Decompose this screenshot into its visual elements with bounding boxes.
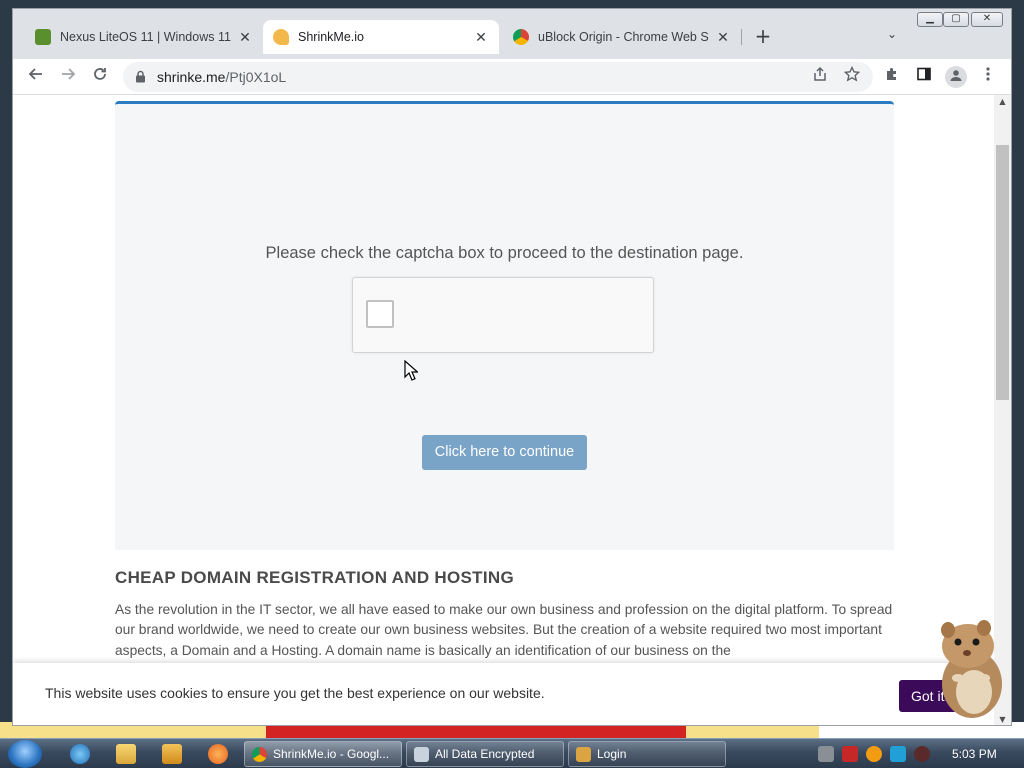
file-explorer-icon[interactable] (116, 744, 136, 764)
taskbar-item-login[interactable]: Login (568, 741, 726, 767)
close-icon[interactable]: ✕ (237, 29, 253, 46)
new-tab-button[interactable]: + (751, 25, 775, 47)
cookie-banner: This website uses cookies to ensure you … (13, 663, 994, 725)
continue-button[interactable]: Click here to continue (422, 435, 587, 470)
page-viewport: Please check the captcha box to proceed … (13, 95, 1011, 725)
hamster-mascot-icon (941, 620, 1002, 718)
tab-title: uBlock Origin - Chrome Web Store (538, 30, 709, 44)
tab-ublock-origin[interactable]: uBlock Origin - Chrome Web Store ✕ (503, 20, 741, 54)
lock-icon (135, 70, 146, 86)
tab-title: Nexus LiteOS 11 | Windows 11 Lite (60, 30, 231, 44)
recaptcha-widget (352, 277, 654, 353)
profile-avatar-icon[interactable] (945, 66, 967, 88)
taskbar-item-chrome[interactable]: ShrinkMe.io - Googl... (244, 741, 402, 767)
article-body: As the revolution in the IT sector, we a… (115, 602, 893, 658)
taskbar-item-all-data-encrypted[interactable]: All Data Encrypted (406, 741, 564, 767)
tray-search-icon[interactable] (866, 746, 882, 762)
notepad-icon (414, 747, 429, 762)
recaptcha-checkbox[interactable] (366, 300, 394, 328)
captcha-instruction: Please check the captcha box to proceed … (265, 244, 744, 262)
hand-wave-favicon-icon (273, 29, 289, 45)
tray-antivirus-icon[interactable] (842, 746, 858, 762)
tab-separator (741, 29, 742, 45)
url-path: /Ptj0X1oL (225, 69, 287, 85)
windows-taskbar: ShrinkMe.io - Googl... All Data Encrypte… (0, 738, 1024, 768)
close-icon[interactable]: ✕ (715, 29, 731, 46)
tab-search-button[interactable]: ⌄ (887, 27, 897, 41)
tray-display-icon[interactable] (890, 746, 906, 762)
taskbar-item-label: ShrinkMe.io - Googl... (273, 747, 390, 761)
start-button[interactable] (8, 740, 42, 768)
menu-kebab-icon[interactable] (977, 66, 999, 88)
back-button[interactable] (25, 66, 47, 88)
tab-nexus-liteos[interactable]: Nexus LiteOS 11 | Windows 11 Lite ✕ (25, 20, 263, 54)
tray-volume-icon[interactable] (914, 746, 930, 762)
url-text: shrinke.me/Ptj0X1oL (157, 62, 286, 92)
article-heading: CHEAP DOMAIN REGISTRATION AND HOSTING (115, 568, 514, 587)
close-window-button[interactable]: ✕ (971, 12, 1003, 27)
arrow-left-icon (28, 68, 42, 80)
mouse-cursor-icon (404, 360, 418, 381)
browser-window: Nexus LiteOS 11 | Windows 11 Lite ✕ Shri… (12, 8, 1012, 726)
internet-explorer-icon[interactable] (70, 744, 90, 764)
maximize-button[interactable]: ▢ (943, 12, 969, 27)
taskbar-item-label: All Data Encrypted (435, 747, 535, 761)
close-icon[interactable]: ✕ (473, 29, 489, 46)
side-panel-icon[interactable] (913, 66, 935, 88)
media-player-icon[interactable] (162, 744, 182, 764)
nexus-favicon-icon (35, 29, 51, 45)
tab-title: ShrinkMe.io (298, 30, 364, 44)
chrome-icon (252, 747, 267, 762)
bookmark-star-icon[interactable] (841, 65, 863, 88)
browser-toolbar: shrinke.me/Ptj0X1oL (13, 59, 1011, 95)
share-icon[interactable] (809, 66, 831, 88)
reload-button[interactable] (89, 66, 111, 88)
tab-strip: Nexus LiteOS 11 | Windows 11 Lite ✕ Shri… (13, 9, 1011, 59)
paint-app-icon[interactable] (208, 744, 228, 764)
taskbar-clock[interactable]: 5:03 PM (952, 739, 997, 768)
scrollbar-thumb[interactable] (996, 145, 1009, 400)
arrow-right-icon (62, 68, 76, 80)
url-host: shrinke.me (157, 69, 226, 85)
scroll-up-arrow-icon[interactable]: ▲ (994, 95, 1011, 109)
forward-button[interactable] (57, 66, 79, 88)
address-bar[interactable]: shrinke.me/Ptj0X1oL (123, 62, 873, 92)
tray-network-icon[interactable] (818, 746, 834, 762)
extensions-puzzle-icon[interactable] (881, 66, 903, 88)
user-login-icon (576, 747, 591, 762)
cookie-message: This website uses cookies to ensure you … (45, 685, 545, 701)
taskbar-item-label: Login (597, 747, 627, 761)
reload-icon (94, 68, 106, 80)
tab-shrinkme[interactable]: ShrinkMe.io ✕ (263, 20, 499, 54)
minimize-button[interactable]: ▁ (917, 12, 943, 27)
chrome-store-favicon-icon (513, 29, 529, 45)
captcha-panel: Please check the captcha box to proceed … (115, 101, 894, 550)
